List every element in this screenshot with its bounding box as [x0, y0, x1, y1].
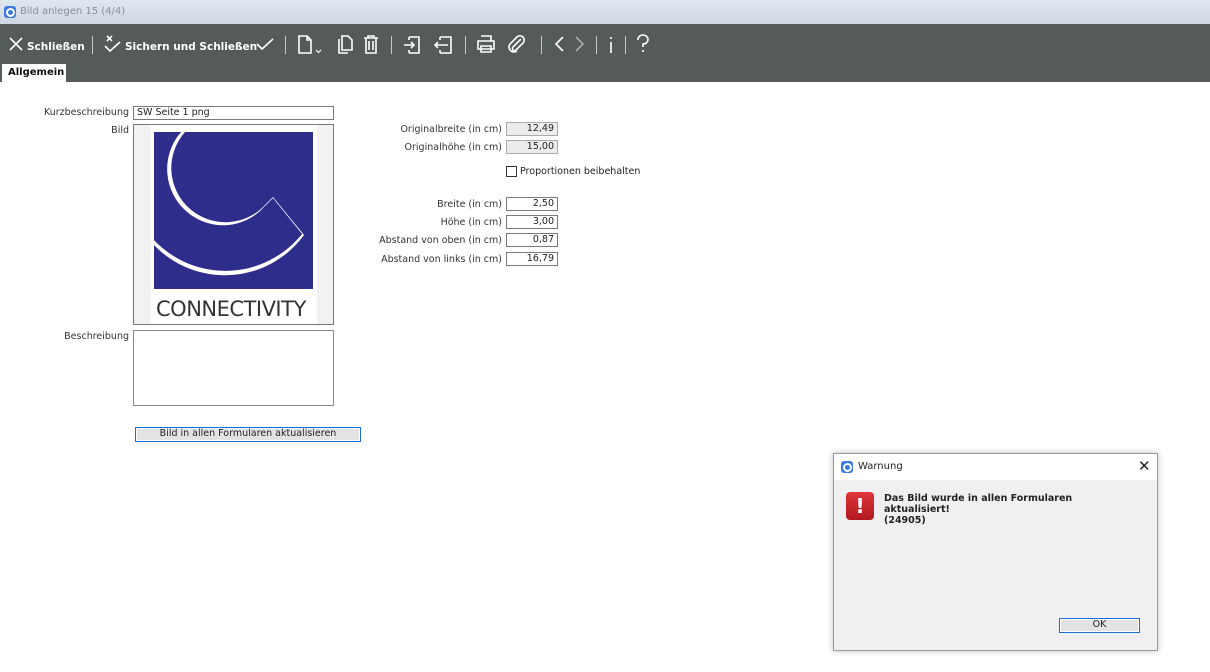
close-label: Schließen — [27, 40, 85, 53]
import-icon — [404, 36, 420, 54]
top-input[interactable]: 0,87 — [506, 233, 558, 247]
logo-text: CONNECTIVITY — [156, 297, 306, 321]
tab-allgemein[interactable]: Allgemein — [2, 64, 66, 82]
next-button[interactable] — [574, 32, 586, 56]
attach-button[interactable] — [506, 32, 526, 56]
chevron-right-icon — [575, 36, 585, 52]
help-button[interactable] — [636, 32, 650, 56]
copy-button[interactable] — [336, 32, 354, 56]
short-desc-label: Kurzbeschreibung — [43, 107, 129, 118]
trash-icon — [364, 35, 378, 54]
ok-button[interactable]: OK — [1059, 618, 1140, 633]
import-button[interactable] — [402, 32, 422, 56]
description-label: Beschreibung — [64, 331, 129, 342]
left-input[interactable]: 16,79 — [506, 252, 558, 266]
description-textarea[interactable] — [133, 330, 334, 406]
copy-icon — [338, 35, 353, 54]
width-input[interactable]: 2,50 — [506, 197, 558, 211]
height-label: Höhe (in cm) — [440, 217, 502, 228]
keep-proportions-checkbox[interactable] — [506, 166, 517, 177]
app-icon — [841, 461, 853, 473]
keep-proportions-label: Proportionen beibehalten — [520, 166, 641, 177]
delete-button[interactable] — [362, 32, 380, 56]
info-button[interactable] — [606, 32, 616, 56]
width-label: Breite (in cm) — [437, 199, 502, 210]
image-label: Bild — [111, 125, 129, 136]
export-button[interactable] — [432, 32, 454, 56]
height-input[interactable]: 3,00 — [506, 215, 558, 229]
export-icon — [433, 36, 452, 54]
message-line1: Das Bild wurde in allen Formularen — [884, 493, 1073, 504]
previous-button[interactable] — [553, 32, 565, 56]
orig-width-field: 12,49 — [506, 122, 558, 136]
info-icon — [610, 37, 612, 53]
save-close-button[interactable]: Sichern und Schließen — [104, 32, 257, 56]
app-icon — [4, 6, 16, 18]
close-icon — [9, 37, 23, 51]
dialog-message: Das Bild wurde in allen Formularen aktua… — [884, 493, 1072, 526]
top-label: Abstand von oben (in cm) — [379, 235, 502, 246]
printer-icon — [477, 35, 495, 53]
new-document-dropdown-icon — [298, 35, 322, 54]
new-document-button[interactable] — [297, 32, 325, 56]
left-label: Abstand von links (in cm) — [381, 254, 502, 265]
help-icon — [637, 34, 649, 52]
error-icon: ! — [846, 492, 874, 520]
save-close-label: Sichern und Schließen — [125, 40, 258, 53]
orig-height-label: Originalhöhe (in cm) — [404, 142, 502, 153]
message-code: (24905) — [884, 515, 926, 526]
orig-height-field: 15,00 — [506, 140, 558, 154]
short-desc-input[interactable]: SW Seite 1 png — [133, 106, 334, 120]
message-line2: aktualisiert! — [884, 504, 950, 515]
save-button[interactable] — [255, 32, 275, 56]
warning-dialog: Warnung ✕ ! Das Bild wurde in allen Form… — [833, 453, 1158, 651]
paperclip-icon — [508, 34, 526, 53]
toolbar: Schließen Sichern und Schließen Allgemei… — [0, 24, 1210, 82]
check-icon — [256, 38, 274, 51]
orig-width-label: Originalbreite (in cm) — [400, 124, 502, 135]
dialog-header: Warnung ✕ — [834, 454, 1157, 480]
chevron-left-icon — [554, 36, 564, 52]
save-close-icon — [104, 35, 121, 53]
title-bar: Bild anlegen 15 (4/4) — [0, 0, 1210, 24]
print-button[interactable] — [476, 32, 496, 56]
dialog-close-icon[interactable]: ✕ — [1138, 457, 1151, 475]
window-title: Bild anlegen 15 (4/4) — [20, 6, 126, 17]
dialog-title: Warnung — [858, 461, 903, 472]
close-button[interactable]: Schließen — [8, 32, 85, 56]
update-all-forms-button[interactable]: Bild in allen Formularen aktualisieren — [135, 427, 361, 442]
